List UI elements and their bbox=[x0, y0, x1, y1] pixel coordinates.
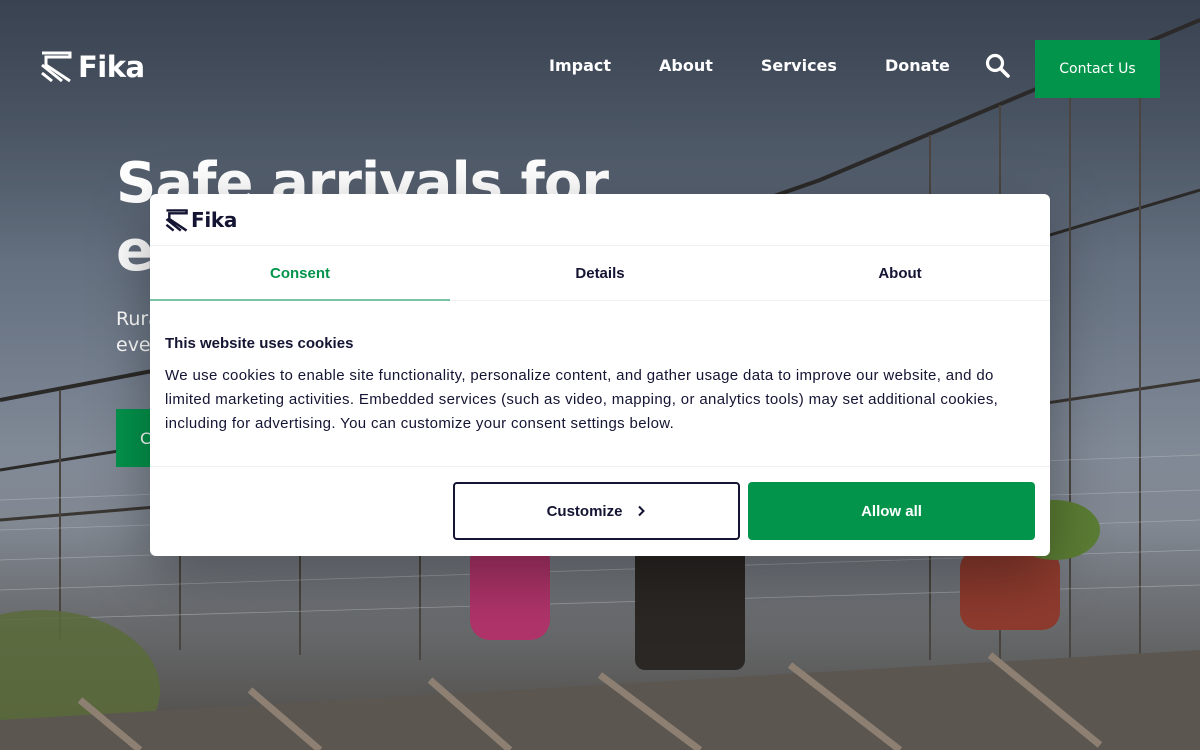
consent-tabs: Consent Details About bbox=[150, 245, 1050, 301]
fika-logo-icon bbox=[165, 208, 188, 232]
nav-item-about[interactable]: About bbox=[659, 56, 713, 75]
tab-consent[interactable]: Consent bbox=[150, 246, 450, 301]
modal-logo: Fika bbox=[165, 208, 237, 232]
nav-item-services[interactable]: Services bbox=[761, 56, 837, 75]
tab-details[interactable]: Details bbox=[450, 246, 750, 300]
cookie-title: This website uses cookies bbox=[165, 335, 354, 352]
main-nav: Impact About Services Donate bbox=[549, 56, 998, 75]
nav-item-impact[interactable]: Impact bbox=[549, 56, 611, 75]
cookie-consent-dialog: Fika Consent Details About This website … bbox=[150, 194, 1050, 556]
chevron-right-icon bbox=[638, 505, 646, 517]
modal-logo-text: Fika bbox=[191, 208, 238, 232]
allow-all-button[interactable]: Allow all bbox=[748, 482, 1035, 540]
customize-button[interactable]: Customize bbox=[453, 482, 740, 540]
fika-logo-icon bbox=[41, 51, 72, 83]
customize-label: Customize bbox=[546, 502, 623, 520]
nav-item-donate[interactable]: Donate bbox=[885, 56, 950, 75]
search-icon[interactable] bbox=[985, 53, 1011, 79]
logo-text: Fika bbox=[78, 50, 145, 84]
cookie-description: We use cookies to enable site functional… bbox=[165, 367, 999, 432]
tab-about[interactable]: About bbox=[750, 246, 1050, 300]
site-logo[interactable]: Fika bbox=[40, 50, 145, 84]
contact-us-button[interactable]: Contact Us bbox=[1035, 40, 1160, 98]
divider bbox=[150, 466, 1050, 467]
